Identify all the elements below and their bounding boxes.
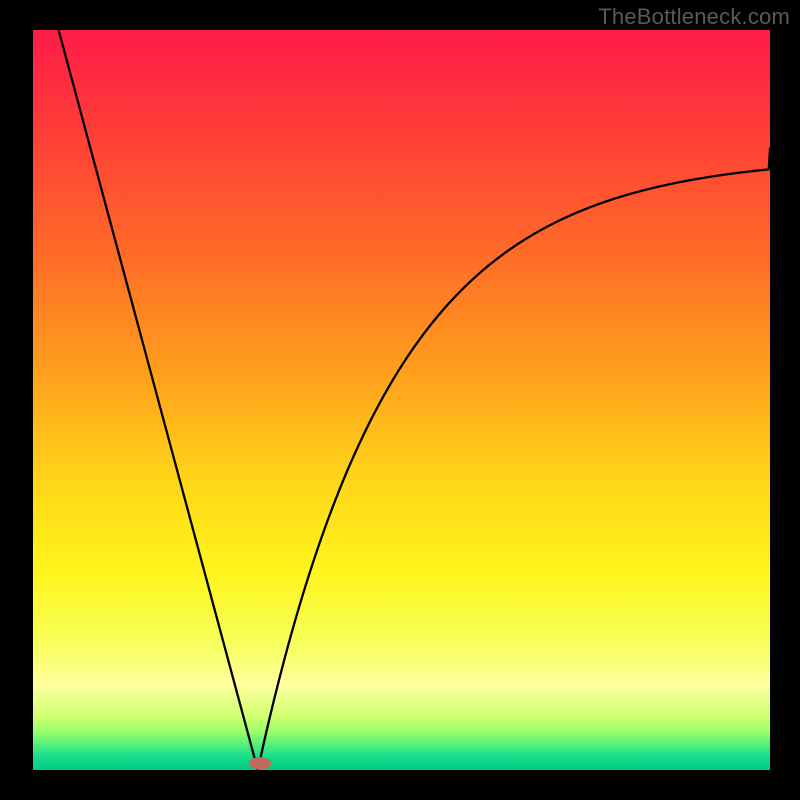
chart-svg [0,0,800,800]
gradient-background [33,30,770,770]
chart-container: TheBottleneck.com [0,0,800,800]
optimal-point-marker [249,757,271,770]
watermark-text: TheBottleneck.com [598,4,790,30]
